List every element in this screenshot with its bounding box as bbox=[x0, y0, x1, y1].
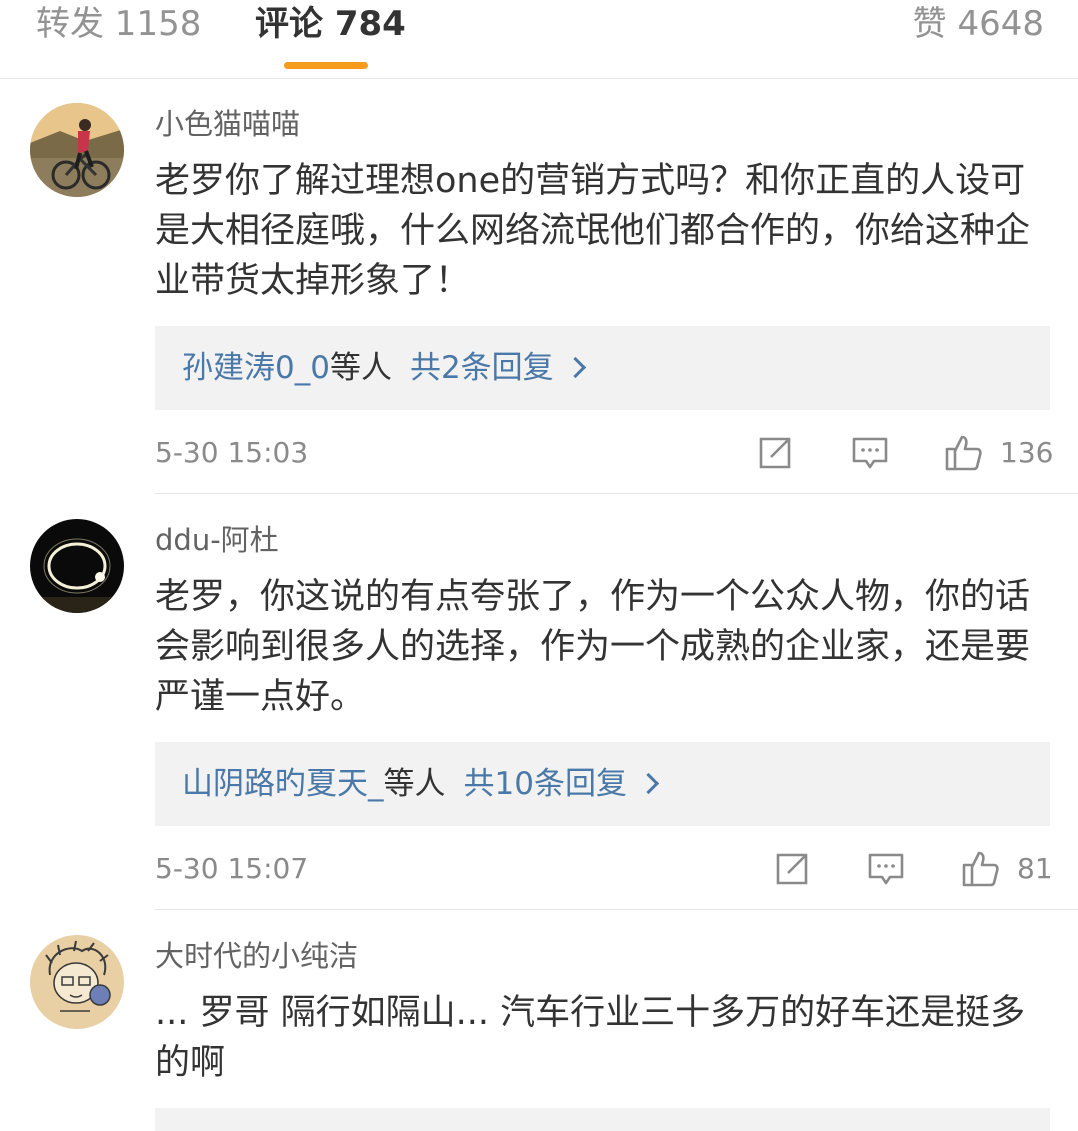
comment-time: 5-30 15:03 bbox=[155, 436, 309, 469]
reply-user-names[interactable]: 山阴路旳夏天_ bbox=[182, 766, 384, 802]
reply-summary[interactable]: 山阴路旳夏天_等人 共10条回复 bbox=[155, 742, 1050, 826]
reply-user-names[interactable]: 孙建涛0_0 bbox=[182, 350, 330, 386]
like-count: 81 bbox=[1017, 852, 1053, 885]
tab-comment[interactable]: 评论 784 bbox=[255, 0, 406, 48]
comment-tabs: 转发 1158 评论 784 赞 4648 bbox=[0, 0, 1078, 79]
comment-username[interactable]: 大时代的小纯洁 bbox=[155, 938, 358, 974]
comment-text: 老罗你了解过理想one的营销方式吗？和你正直的人设可是大相径庭哦，什么网络流氓他… bbox=[155, 161, 1031, 301]
comment-text: ... 罗哥 隔行如隔山... 汽车行业三十多万的好车还是挺多的啊 bbox=[155, 993, 1026, 1083]
comment-username[interactable]: 小色猫喵喵 bbox=[155, 106, 300, 142]
cyclist-avatar-image bbox=[30, 103, 124, 197]
comment-time: 5-30 15:07 bbox=[155, 852, 309, 885]
reply-suffix: 等人 bbox=[383, 766, 446, 802]
cartoon-avatar-image bbox=[30, 935, 124, 1029]
reply-summary[interactable]: 孙建涛0_0等人 共2条回复 bbox=[155, 326, 1050, 410]
like-count: 136 bbox=[1000, 436, 1054, 469]
like-icon[interactable] bbox=[960, 849, 1000, 889]
reply-count[interactable]: 共10条回复 bbox=[464, 766, 627, 802]
comment-text: 老罗，你这说的有点夸张了，作为一个公众人物，你的话会影响到很多人的选择，作为一个… bbox=[155, 577, 1031, 717]
avatar[interactable] bbox=[30, 519, 124, 613]
chevron-right-icon bbox=[564, 356, 586, 379]
sparkler-avatar-image bbox=[30, 519, 124, 613]
repost-icon[interactable] bbox=[755, 433, 795, 473]
comment-icon[interactable] bbox=[850, 433, 890, 473]
active-tab-indicator bbox=[284, 62, 368, 69]
avatar[interactable] bbox=[30, 103, 124, 197]
like-icon[interactable] bbox=[943, 433, 983, 473]
comment-username[interactable]: ddu-阿杜 bbox=[155, 522, 279, 558]
reply-summary[interactable] bbox=[155, 1108, 1050, 1131]
chevron-right-icon bbox=[637, 772, 660, 795]
tab-like[interactable]: 赞 4648 bbox=[913, 0, 1044, 48]
reply-suffix: 等人 bbox=[329, 350, 392, 386]
comment-icon[interactable] bbox=[866, 849, 906, 889]
avatar[interactable] bbox=[30, 935, 124, 1029]
repost-icon[interactable] bbox=[772, 849, 812, 889]
divider bbox=[155, 909, 1078, 910]
comment-meta: 5-30 15:07 81 bbox=[155, 849, 1053, 889]
reply-count[interactable]: 共2条回复 bbox=[410, 350, 554, 386]
comment-meta: 5-30 15:03 136 bbox=[155, 433, 1054, 473]
divider bbox=[155, 493, 1078, 494]
tab-repost[interactable]: 转发 1158 bbox=[36, 0, 201, 48]
